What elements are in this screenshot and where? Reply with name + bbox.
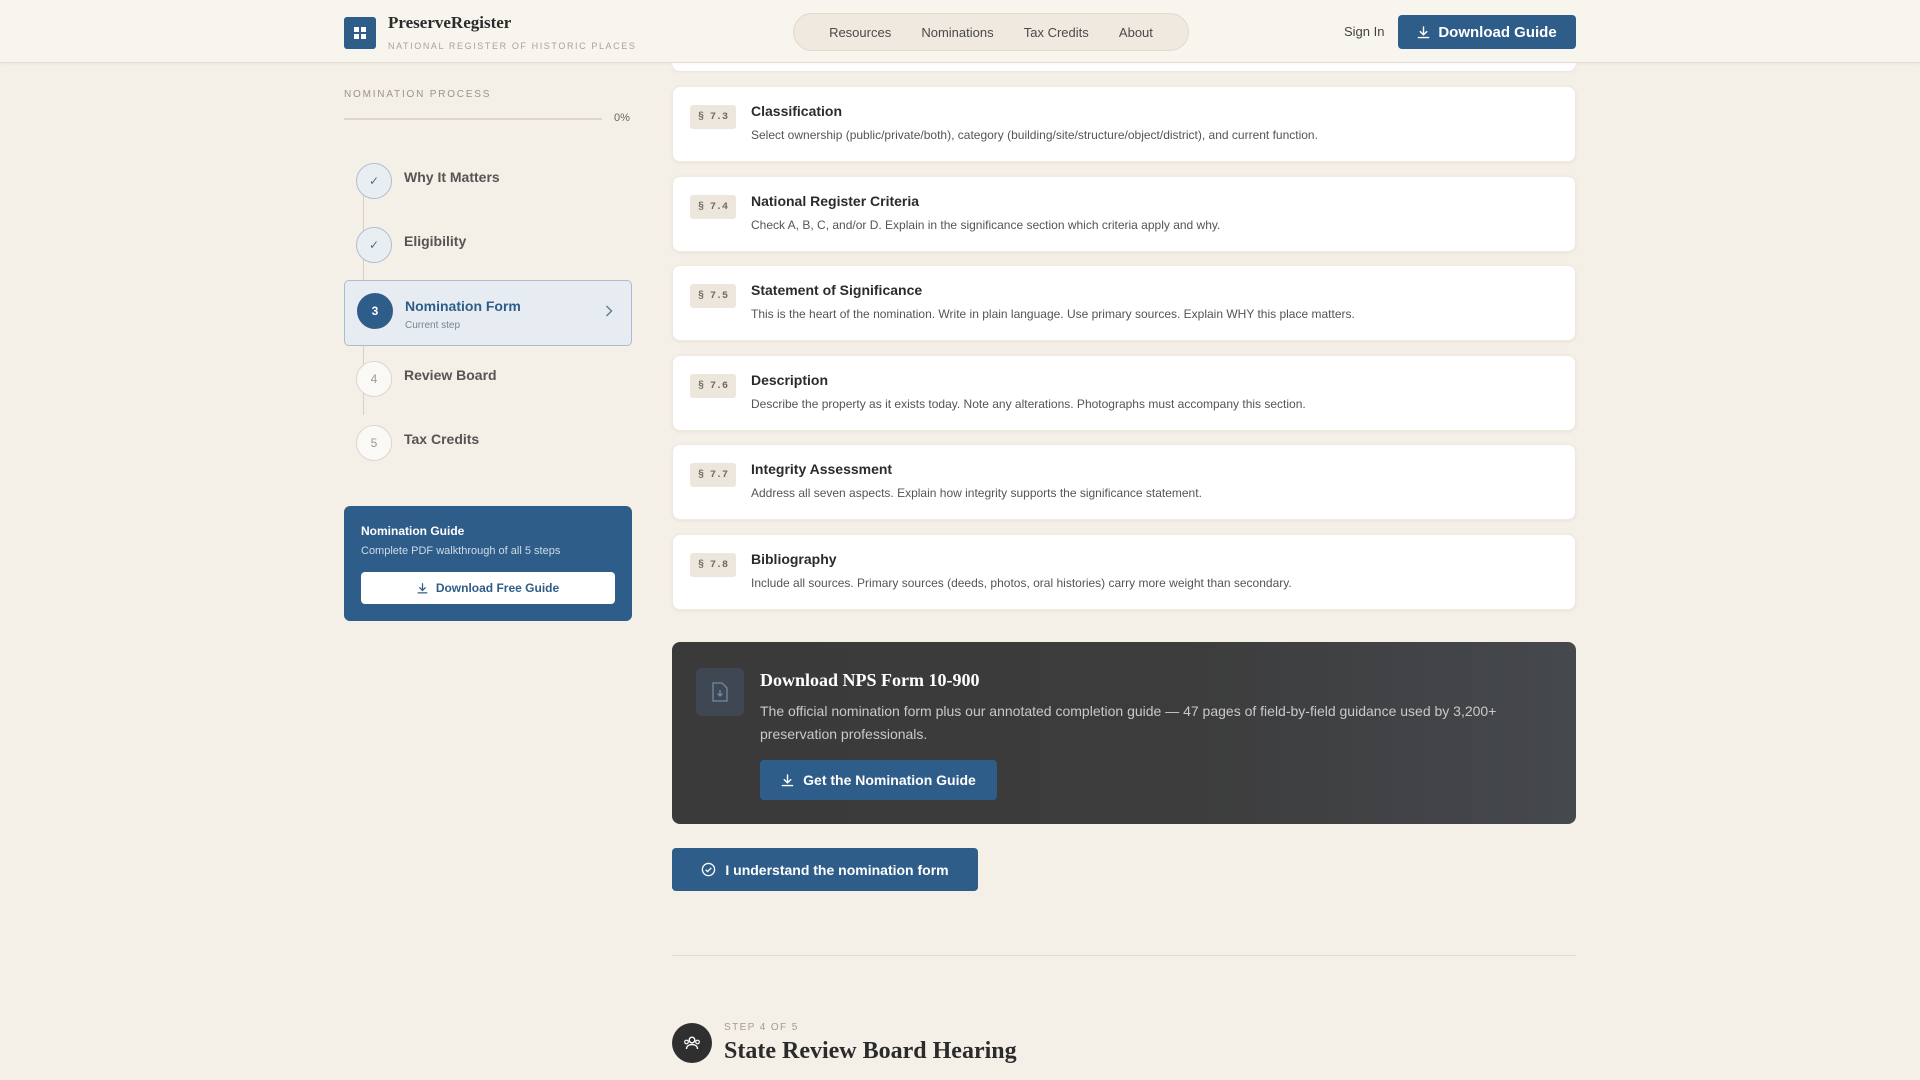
download-guide-label: Download Guide	[1438, 23, 1557, 41]
section-tag: § 7.4	[690, 195, 736, 219]
step-sublabel: Current step	[405, 320, 461, 331]
grid-logo-icon	[344, 17, 376, 49]
download-icon	[781, 773, 794, 786]
progress-percent: 0%	[614, 112, 630, 124]
section-title: Description	[751, 372, 829, 388]
section-card-significance: § 7.5 Statement of Significance This is …	[672, 265, 1576, 341]
brand-subtitle: NATIONAL REGISTER OF HISTORIC PLACES	[388, 41, 637, 51]
guide-card-title: Nomination Guide	[361, 524, 465, 538]
download-free-guide-label: Download Free Guide	[435, 581, 560, 595]
section-title: Statement of Significance	[751, 282, 923, 298]
chevron-right-icon	[605, 305, 613, 317]
step-tax-credits[interactable]: 5 Tax Credits	[344, 425, 632, 475]
check-circle-icon	[702, 862, 716, 877]
sign-in-link[interactable]: Sign In	[1344, 24, 1384, 39]
section-description: Address all seven aspects. Explain how i…	[751, 486, 1202, 500]
nav-tax-credits[interactable]: Tax Credits	[1024, 25, 1089, 40]
check-icon: ✓	[356, 227, 392, 263]
understand-form-label: I understand the nomination form	[725, 861, 949, 878]
step-label: Review Board	[404, 367, 497, 383]
section-title: Classification	[751, 103, 843, 119]
sidebar-title: NOMINATION PROCESS	[344, 89, 492, 100]
nomination-guide-card: Nomination Guide Complete PDF walkthroug…	[344, 506, 632, 621]
step-label: Tax Credits	[404, 431, 480, 447]
section-description: Include all sources. Primary sources (de…	[751, 576, 1292, 590]
section-tag: § 7.3	[690, 105, 736, 129]
users-group-icon	[672, 1023, 712, 1063]
next-step-kicker: STEP 4 OF 5	[724, 1022, 799, 1033]
section-description: Check A, B, C, and/or D. Explain in the …	[751, 218, 1221, 232]
progress-bar	[344, 118, 602, 120]
understand-form-button[interactable]: I understand the nomination form	[672, 848, 978, 891]
section-description: Describe the property as it exists today…	[751, 397, 1306, 411]
nav-about[interactable]: About	[1119, 25, 1153, 40]
download-icon	[1418, 25, 1430, 38]
brand[interactable]: PreserveRegister NATIONAL REGISTER OF HI…	[344, 13, 636, 51]
download-icon	[417, 582, 428, 593]
step-nomination-form[interactable]: 3 Nomination Form Current step	[344, 280, 632, 346]
section-description: This is the heart of the nomination. Wri…	[751, 307, 1355, 321]
section-card-criteria: § 7.4 National Register Criteria Check A…	[672, 176, 1576, 252]
get-guide-label: Get the Nomination Guide	[803, 772, 976, 788]
step-number: 4	[356, 361, 392, 397]
section-card-integrity: § 7.7 Integrity Assessment Address all s…	[672, 444, 1576, 520]
nav-resources[interactable]: Resources	[829, 25, 891, 40]
step-review-board[interactable]: 4 Review Board	[344, 361, 632, 411]
step-label: Nomination Form	[405, 298, 521, 314]
download-panel-description: The official nomination form plus our an…	[760, 703, 1497, 742]
section-divider	[672, 955, 1576, 956]
section-tag: § 7.6	[690, 374, 736, 398]
step-why-it-matters[interactable]: ✓ Why It Matters	[344, 163, 632, 213]
next-step-title: State Review Board Hearing	[724, 1038, 1017, 1064]
step-number: 5	[356, 425, 392, 461]
top-navigation-bar: PreserveRegister NATIONAL REGISTER OF HI…	[0, 0, 1920, 63]
download-guide-button[interactable]: Download Guide	[1398, 15, 1576, 49]
main-nav: Resources Nominations Tax Credits About	[793, 13, 1189, 51]
section-title: Bibliography	[751, 551, 837, 567]
section-title: Integrity Assessment	[751, 461, 893, 477]
section-tag: § 7.7	[690, 463, 736, 487]
section-card-bibliography: § 7.8 Bibliography Include all sources. …	[672, 534, 1576, 610]
step-label: Eligibility	[404, 233, 467, 249]
section-card-description: § 7.6 Description Describe the property …	[672, 355, 1576, 431]
download-form-panel: Download NPS Form 10-900 The official no…	[672, 642, 1576, 824]
file-download-icon	[696, 668, 744, 716]
get-nomination-guide-button[interactable]: Get the Nomination Guide	[760, 760, 997, 800]
section-tag: § 7.8	[690, 553, 736, 577]
guide-card-subtitle: Complete PDF walkthrough of all 5 steps	[361, 545, 561, 557]
download-free-guide-button[interactable]: Download Free Guide	[361, 572, 615, 604]
nav-nominations[interactable]: Nominations	[921, 25, 993, 40]
check-icon: ✓	[356, 163, 392, 199]
section-description: Select ownership (public/private/both), …	[751, 128, 1318, 142]
step-label: Why It Matters	[404, 169, 500, 185]
step-number: 3	[357, 293, 393, 329]
section-tag: § 7.5	[690, 284, 736, 308]
section-title: National Register Criteria	[751, 193, 920, 209]
section-card-classification: § 7.3 Classification Select ownership (p…	[672, 86, 1576, 162]
step-eligibility[interactable]: ✓ Eligibility	[344, 227, 632, 277]
brand-name: PreserveRegister	[388, 13, 512, 32]
download-panel-title: Download NPS Form 10-900	[760, 670, 980, 690]
